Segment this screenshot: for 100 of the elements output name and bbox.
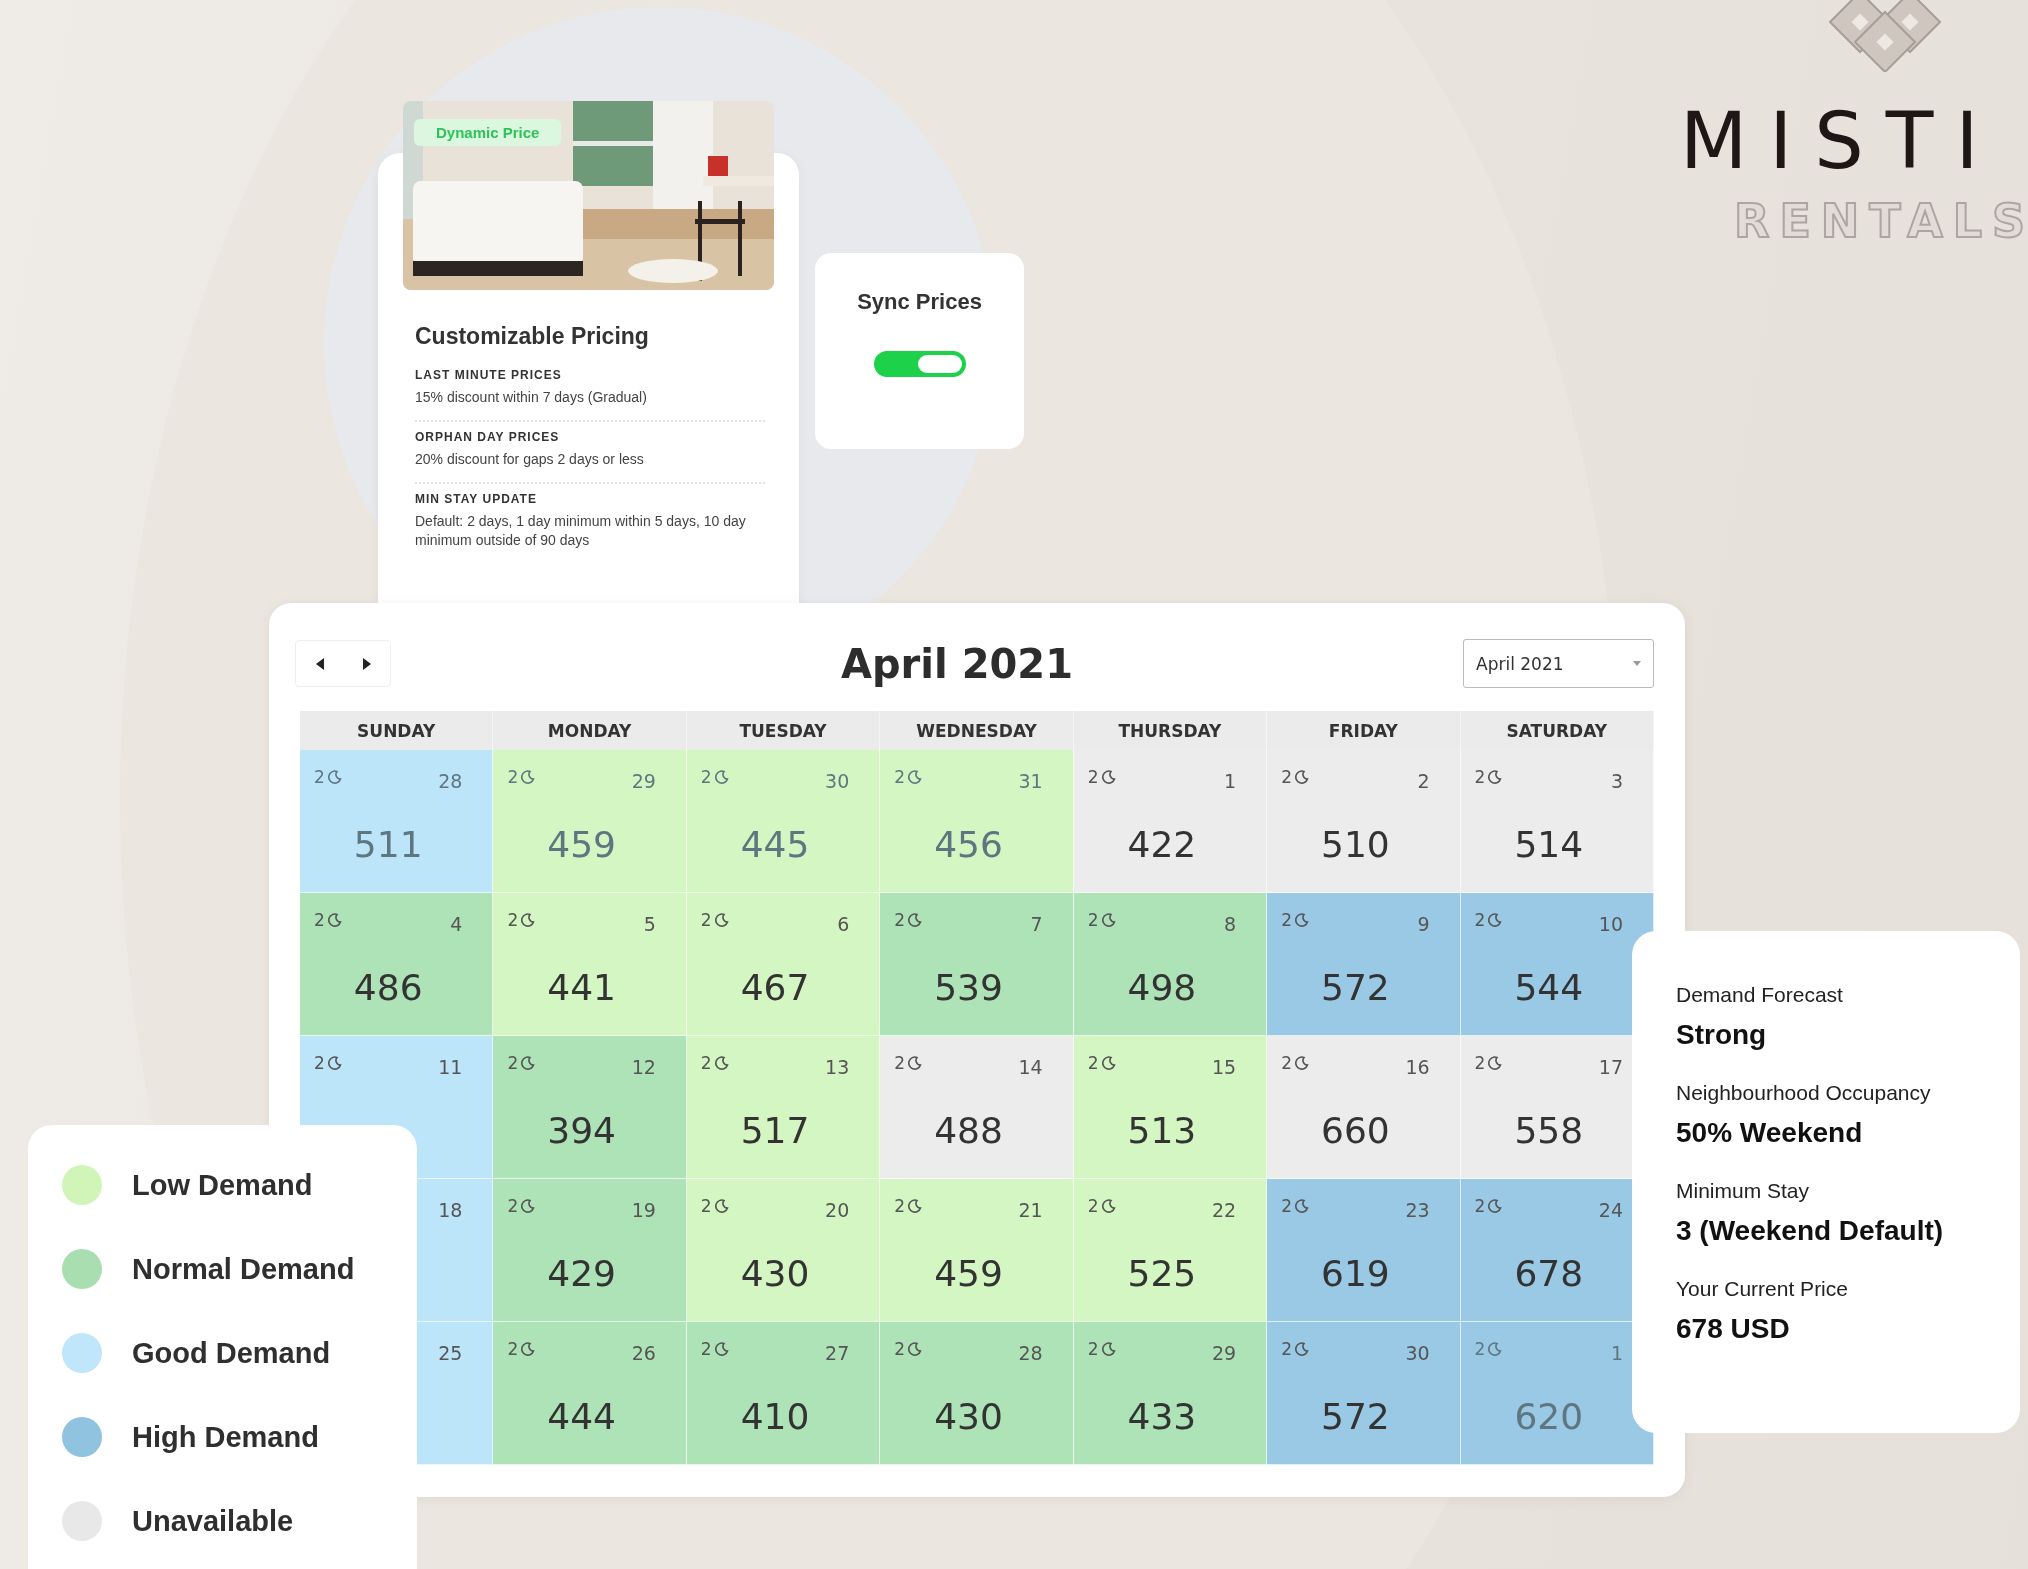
price: 572 [1320, 1396, 1391, 1437]
month-select[interactable]: April 2021 [1463, 639, 1654, 688]
day-number: 4 [450, 913, 463, 935]
moon-icon [714, 1342, 729, 1356]
moon-icon [1488, 770, 1503, 784]
moon-icon [521, 913, 536, 927]
day-cell[interactable]: 2 10 544 [1460, 893, 1654, 1036]
day-number: 30 [1405, 1342, 1430, 1364]
forecast-value: 50% Weekend [1676, 1117, 1864, 1149]
rule-text: 15% discount within 7 days (Gradual) [415, 388, 648, 407]
day-number: 7 [1030, 913, 1043, 935]
day-number: 28 [1018, 1342, 1043, 1364]
rule-label: LAST MINUTE PRICES [415, 368, 563, 382]
rule-text: Default: 2 days, 1 day minimum within 5 days, 10 day minimum outside of 90 days [415, 512, 747, 549]
moon-icon [1294, 913, 1309, 927]
day-cell[interactable]: 2 5 441 [493, 893, 687, 1036]
day-cell[interactable]: 2 30 445 [686, 750, 881, 893]
day-number: 13 [825, 1056, 850, 1078]
day-number: 24 [1598, 1199, 1623, 1221]
price: 433 [1126, 1396, 1198, 1437]
day-number: 18 [438, 1199, 463, 1221]
column-header: TUESDAY [686, 711, 881, 750]
day-cell[interactable]: 2 1 422 [1073, 750, 1268, 893]
day-cell[interactable]: 2 29 459 [493, 750, 687, 893]
day-cell[interactable]: 2 21 459 [880, 1179, 1074, 1322]
day-cell[interactable]: 2 29 433 [1073, 1322, 1268, 1465]
day-cell[interactable]: 2 26 444 [493, 1322, 687, 1465]
price: 539 [933, 967, 1004, 1008]
day-number: 27 [825, 1342, 850, 1364]
nights-count: 2 [700, 767, 712, 787]
forecast-label: Minimum Stay [1676, 1179, 1811, 1203]
day-number: 6 [837, 913, 850, 935]
day-cell[interactable]: 2 3 514 [1460, 750, 1654, 893]
moon-icon [1101, 913, 1116, 927]
forecast-label: Neighbourhood Occupancy [1676, 1081, 1932, 1105]
day-number: 25 [438, 1342, 463, 1364]
dynamic-price-badge: Dynamic Price [414, 119, 562, 146]
day-cell[interactable]: 2 2 510 [1267, 750, 1461, 893]
forecast-value: Strong [1676, 1019, 1768, 1051]
day-number: 10 [1598, 913, 1623, 935]
day-cell[interactable]: 2 4 486 [300, 893, 494, 1036]
column-header: WEDNESDAY [880, 711, 1074, 750]
moon-icon [714, 913, 729, 927]
column-header: MONDAY [493, 711, 687, 750]
column-header: THURSDAY [1073, 711, 1268, 750]
nights-count: 2 [700, 1339, 712, 1359]
moon-icon [1488, 1342, 1503, 1356]
moon-icon [327, 770, 342, 784]
moon-icon [1488, 1056, 1503, 1070]
day-cell[interactable]: 2 30 572 [1267, 1322, 1461, 1465]
moon-icon [1488, 1199, 1503, 1213]
day-cell[interactable]: 2 14 488 [880, 1036, 1074, 1179]
toggle-switch[interactable] [873, 351, 966, 377]
price: 444 [546, 1396, 617, 1437]
day-cell[interactable]: 2 28 430 [880, 1322, 1074, 1465]
day-cell[interactable]: 2 28 511 [300, 750, 494, 893]
price: 514 [1513, 824, 1585, 865]
nights-count: 2 [1087, 767, 1099, 787]
price: 498 [1126, 967, 1198, 1008]
day-number: 9 [1417, 913, 1430, 935]
rule-text: 20% discount for gaps 2 days or less [415, 450, 645, 469]
price: 488 [933, 1110, 1004, 1151]
nights-count: 2 [700, 1053, 712, 1073]
calendar-title: April 2021 [841, 640, 1073, 687]
price: 525 [1126, 1253, 1198, 1294]
nights-count: 2 [1474, 1053, 1486, 1073]
day-cell[interactable]: 2 19 429 [493, 1179, 687, 1322]
day-cell[interactable]: 2 20 430 [686, 1179, 881, 1322]
nights-count: 2 [1281, 767, 1292, 787]
legend-label: High Demand [132, 1420, 319, 1454]
day-cell[interactable]: 2 8 498 [1073, 893, 1268, 1036]
day-cell[interactable]: 2 16 660 [1267, 1036, 1461, 1179]
price: 430 [933, 1396, 1004, 1437]
day-cell[interactable]: 2 22 525 [1073, 1179, 1268, 1322]
nights-count: 2 [507, 767, 519, 787]
price: 572 [1320, 967, 1391, 1008]
day-cell[interactable]: 2 27 410 [686, 1322, 881, 1465]
day-number: 1 [1224, 770, 1237, 792]
day-number: 28 [438, 770, 463, 792]
day-number: 17 [1598, 1056, 1623, 1078]
day-cell[interactable]: 2 23 619 [1267, 1179, 1461, 1322]
day-cell[interactable]: 2 13 517 [686, 1036, 881, 1179]
price: 517 [739, 1110, 811, 1151]
day-number: 20 [825, 1199, 850, 1221]
day-cell[interactable]: 2 6 467 [686, 893, 881, 1036]
day-cell[interactable]: 2 9 572 [1267, 893, 1461, 1036]
price: 660 [1320, 1110, 1391, 1151]
moon-icon [908, 1056, 923, 1070]
day-cell[interactable]: 2 12 394 [493, 1036, 687, 1179]
day-cell[interactable]: 2 31 456 [880, 750, 1074, 893]
logo-tagline: RENTALS [1734, 198, 2028, 244]
day-cell[interactable]: 2 15 513 [1073, 1036, 1268, 1179]
rule-label: ORPHAN DAY PRICES [415, 430, 561, 445]
nights-count: 2 [507, 1053, 519, 1073]
price: 513 [1126, 1110, 1198, 1151]
moon-icon [1488, 913, 1503, 927]
day-cell[interactable]: 2 7 539 [880, 893, 1074, 1036]
nights-count: 2 [314, 1053, 325, 1073]
nights-count: 2 [894, 1196, 906, 1216]
moon-icon [1101, 1056, 1116, 1070]
